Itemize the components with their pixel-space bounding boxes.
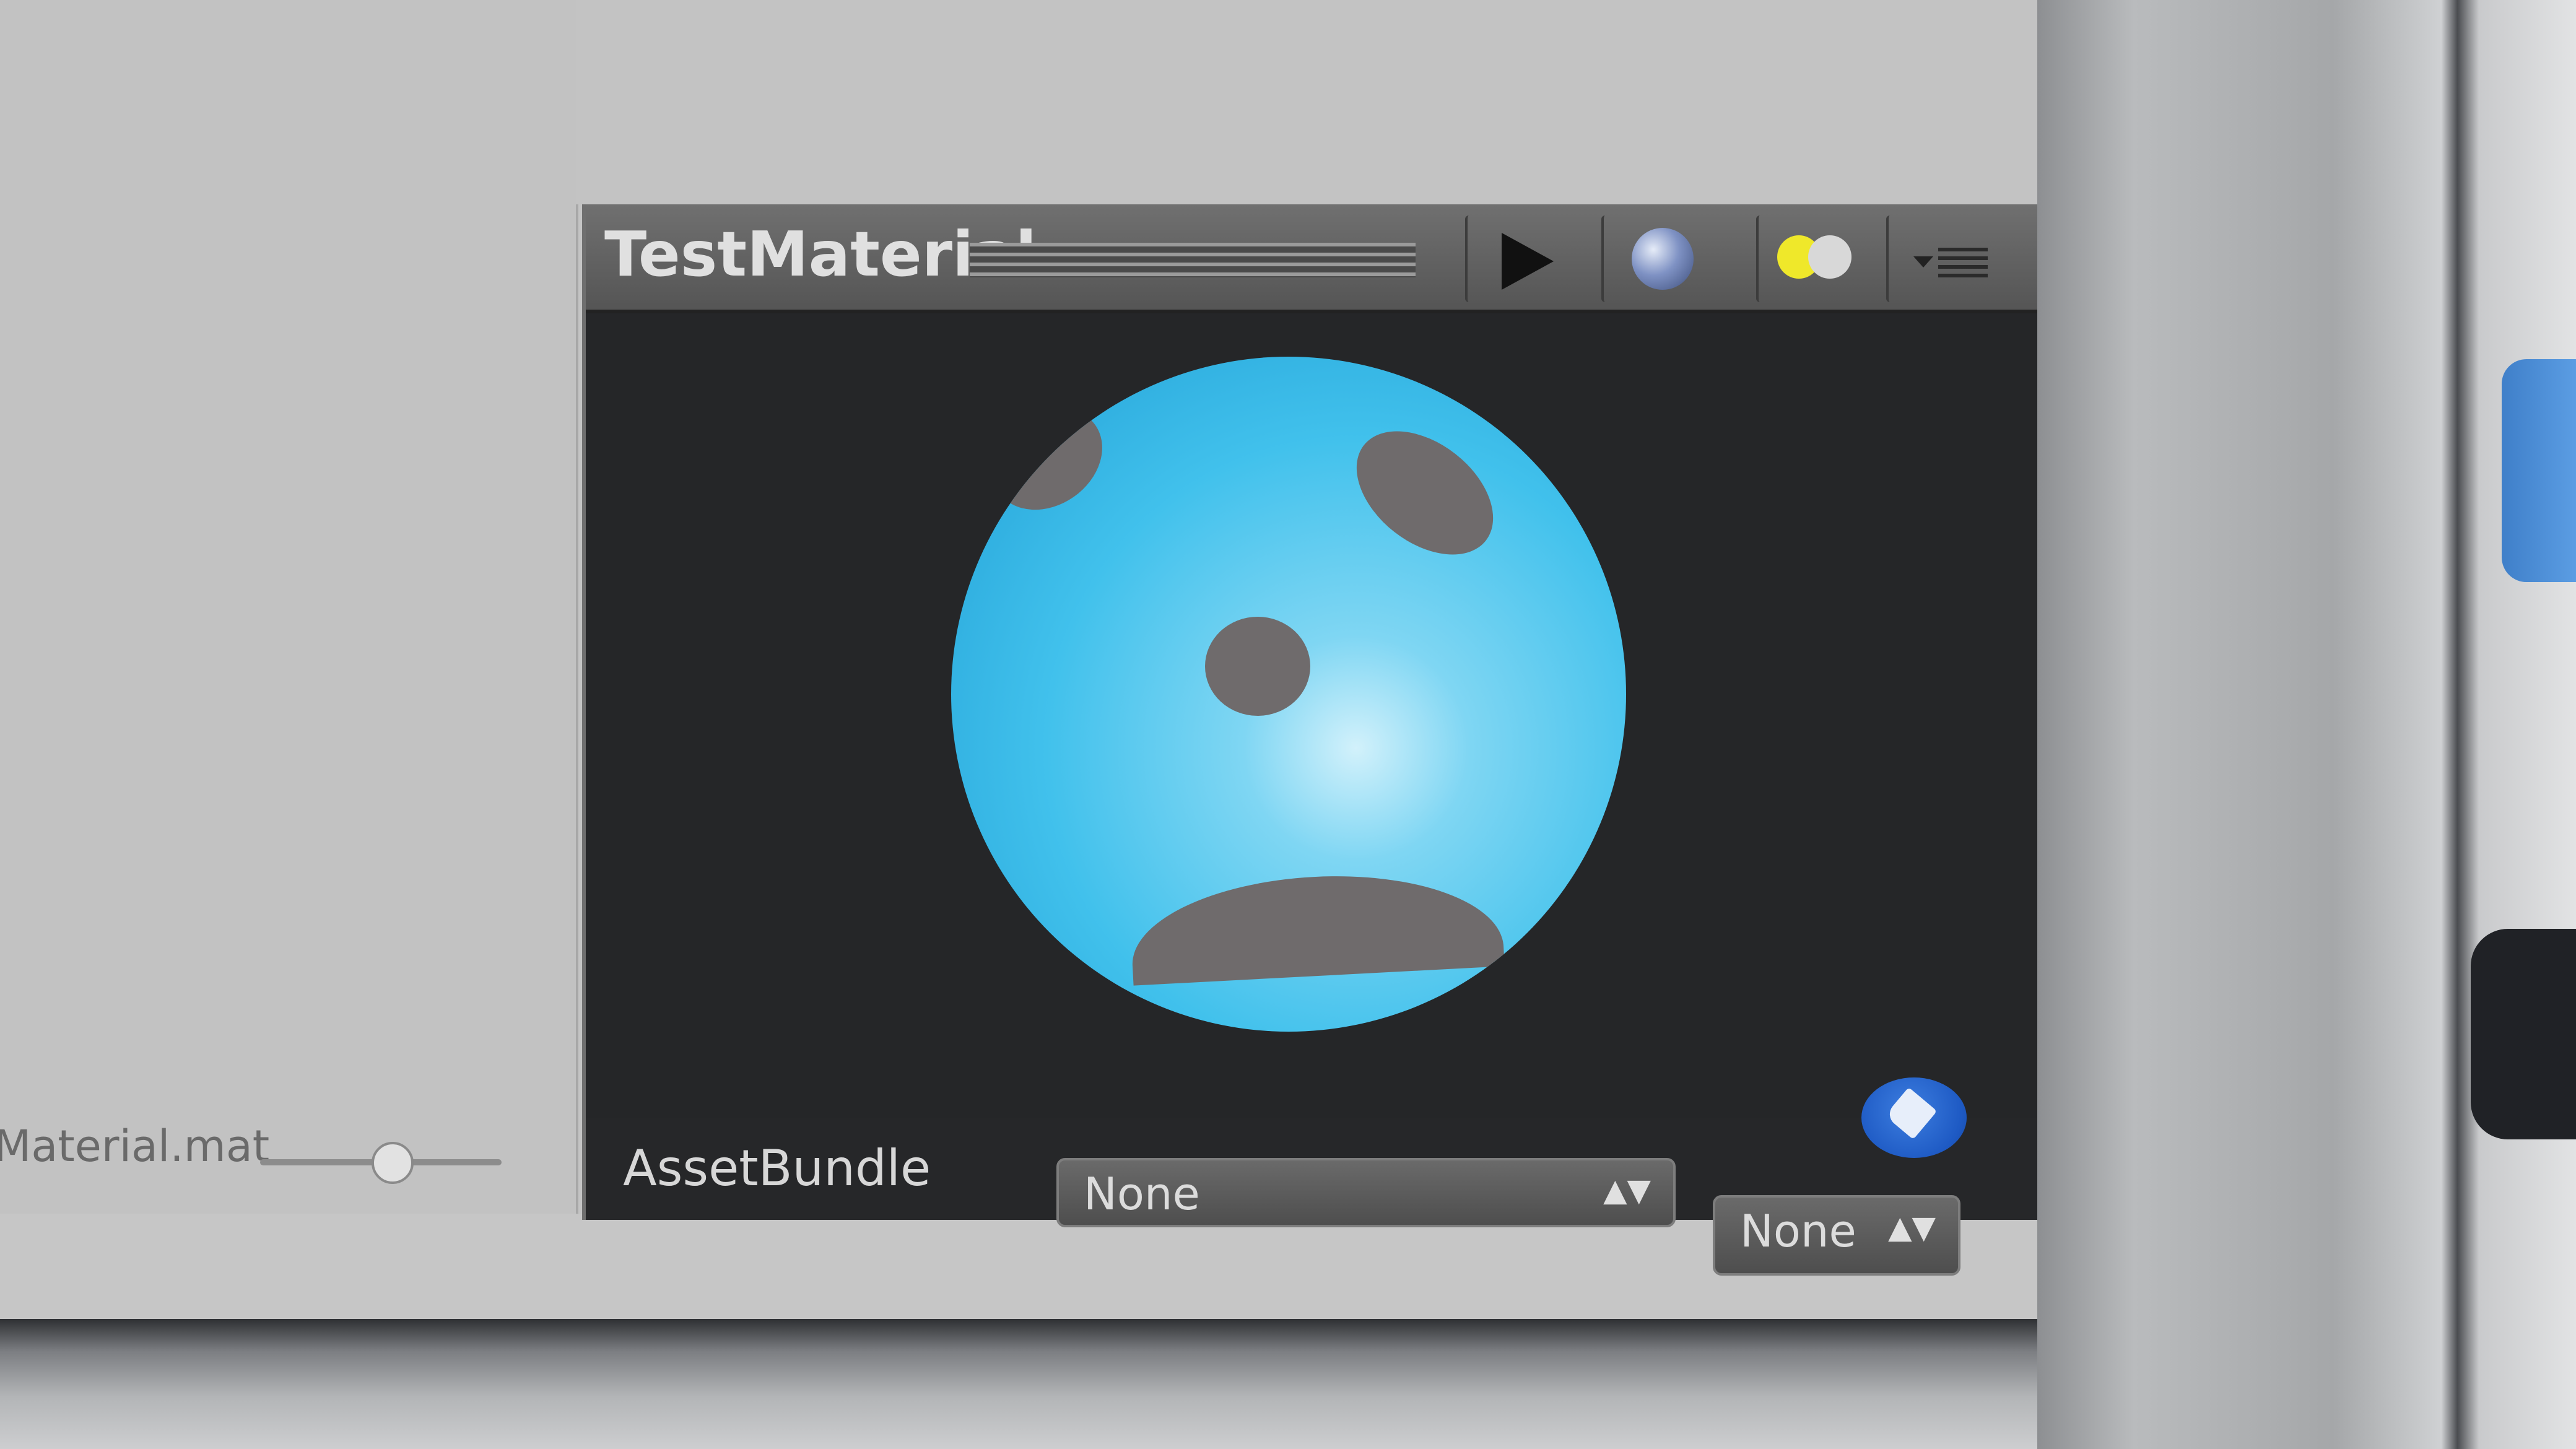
menu-icon [1938,248,1988,279]
texture-right-eye [1333,406,1516,580]
sphere-icon [1632,228,1694,290]
chevron-updown-icon: ▲▼ [1888,1209,1936,1245]
tag-icon [1884,1087,1938,1140]
preview-settings-menu[interactable] [1886,215,2012,302]
light-secondary-icon [1808,235,1852,279]
monitor-bezel-bottom [0,1319,2105,1449]
preview-viewport[interactable] [586,313,2072,1118]
selected-asset-path: Material.mat [0,1121,270,1172]
black-cable [2471,929,2576,1139]
icon-size-slider-thumb[interactable] [372,1142,414,1184]
play-icon [1502,233,1554,290]
photo-stage: Material.mat TestMaterial AssetBundle No… [0,0,2576,1449]
blue-cable [2502,359,2576,582]
asset-bundle-variant-value: None [1740,1205,1856,1257]
play-button[interactable] [1465,215,1585,302]
asset-bundle-name-value: None [1084,1168,1200,1220]
asset-bundle-label: AssetBundle [623,1139,931,1197]
material-preview-sphere [951,357,1626,1032]
monitor-bezel-right [2037,0,2576,1449]
drag-grip[interactable] [970,243,1416,277]
material-preview-panel: TestMaterial AssetBundle None ▲▼ None ▲▼ [582,204,2072,1276]
asset-bundle-name-dropdown[interactable]: None ▲▼ [1056,1158,1676,1227]
preview-header: TestMaterial [586,204,2072,313]
preview-shape-button[interactable] [1601,215,1721,302]
asset-label-tag-icon[interactable] [1861,1077,1967,1158]
inspector-upper-area [576,0,2087,204]
chevron-updown-icon: ▲▼ [1603,1172,1651,1208]
texture-left-eye [972,387,1122,531]
monitor-screen: Material.mat TestMaterial AssetBundle No… [0,0,2087,1375]
dropdown-caret-icon [1913,256,1933,268]
asset-bundle-variant-dropdown[interactable]: None ▲▼ [1713,1195,1960,1276]
project-footer: Material.mat [0,1115,576,1214]
texture-nose [1205,617,1310,716]
preview-light-button[interactable] [1756,215,1876,302]
texture-mouth [1128,867,1505,986]
project-panel: Material.mat [0,0,578,1214]
